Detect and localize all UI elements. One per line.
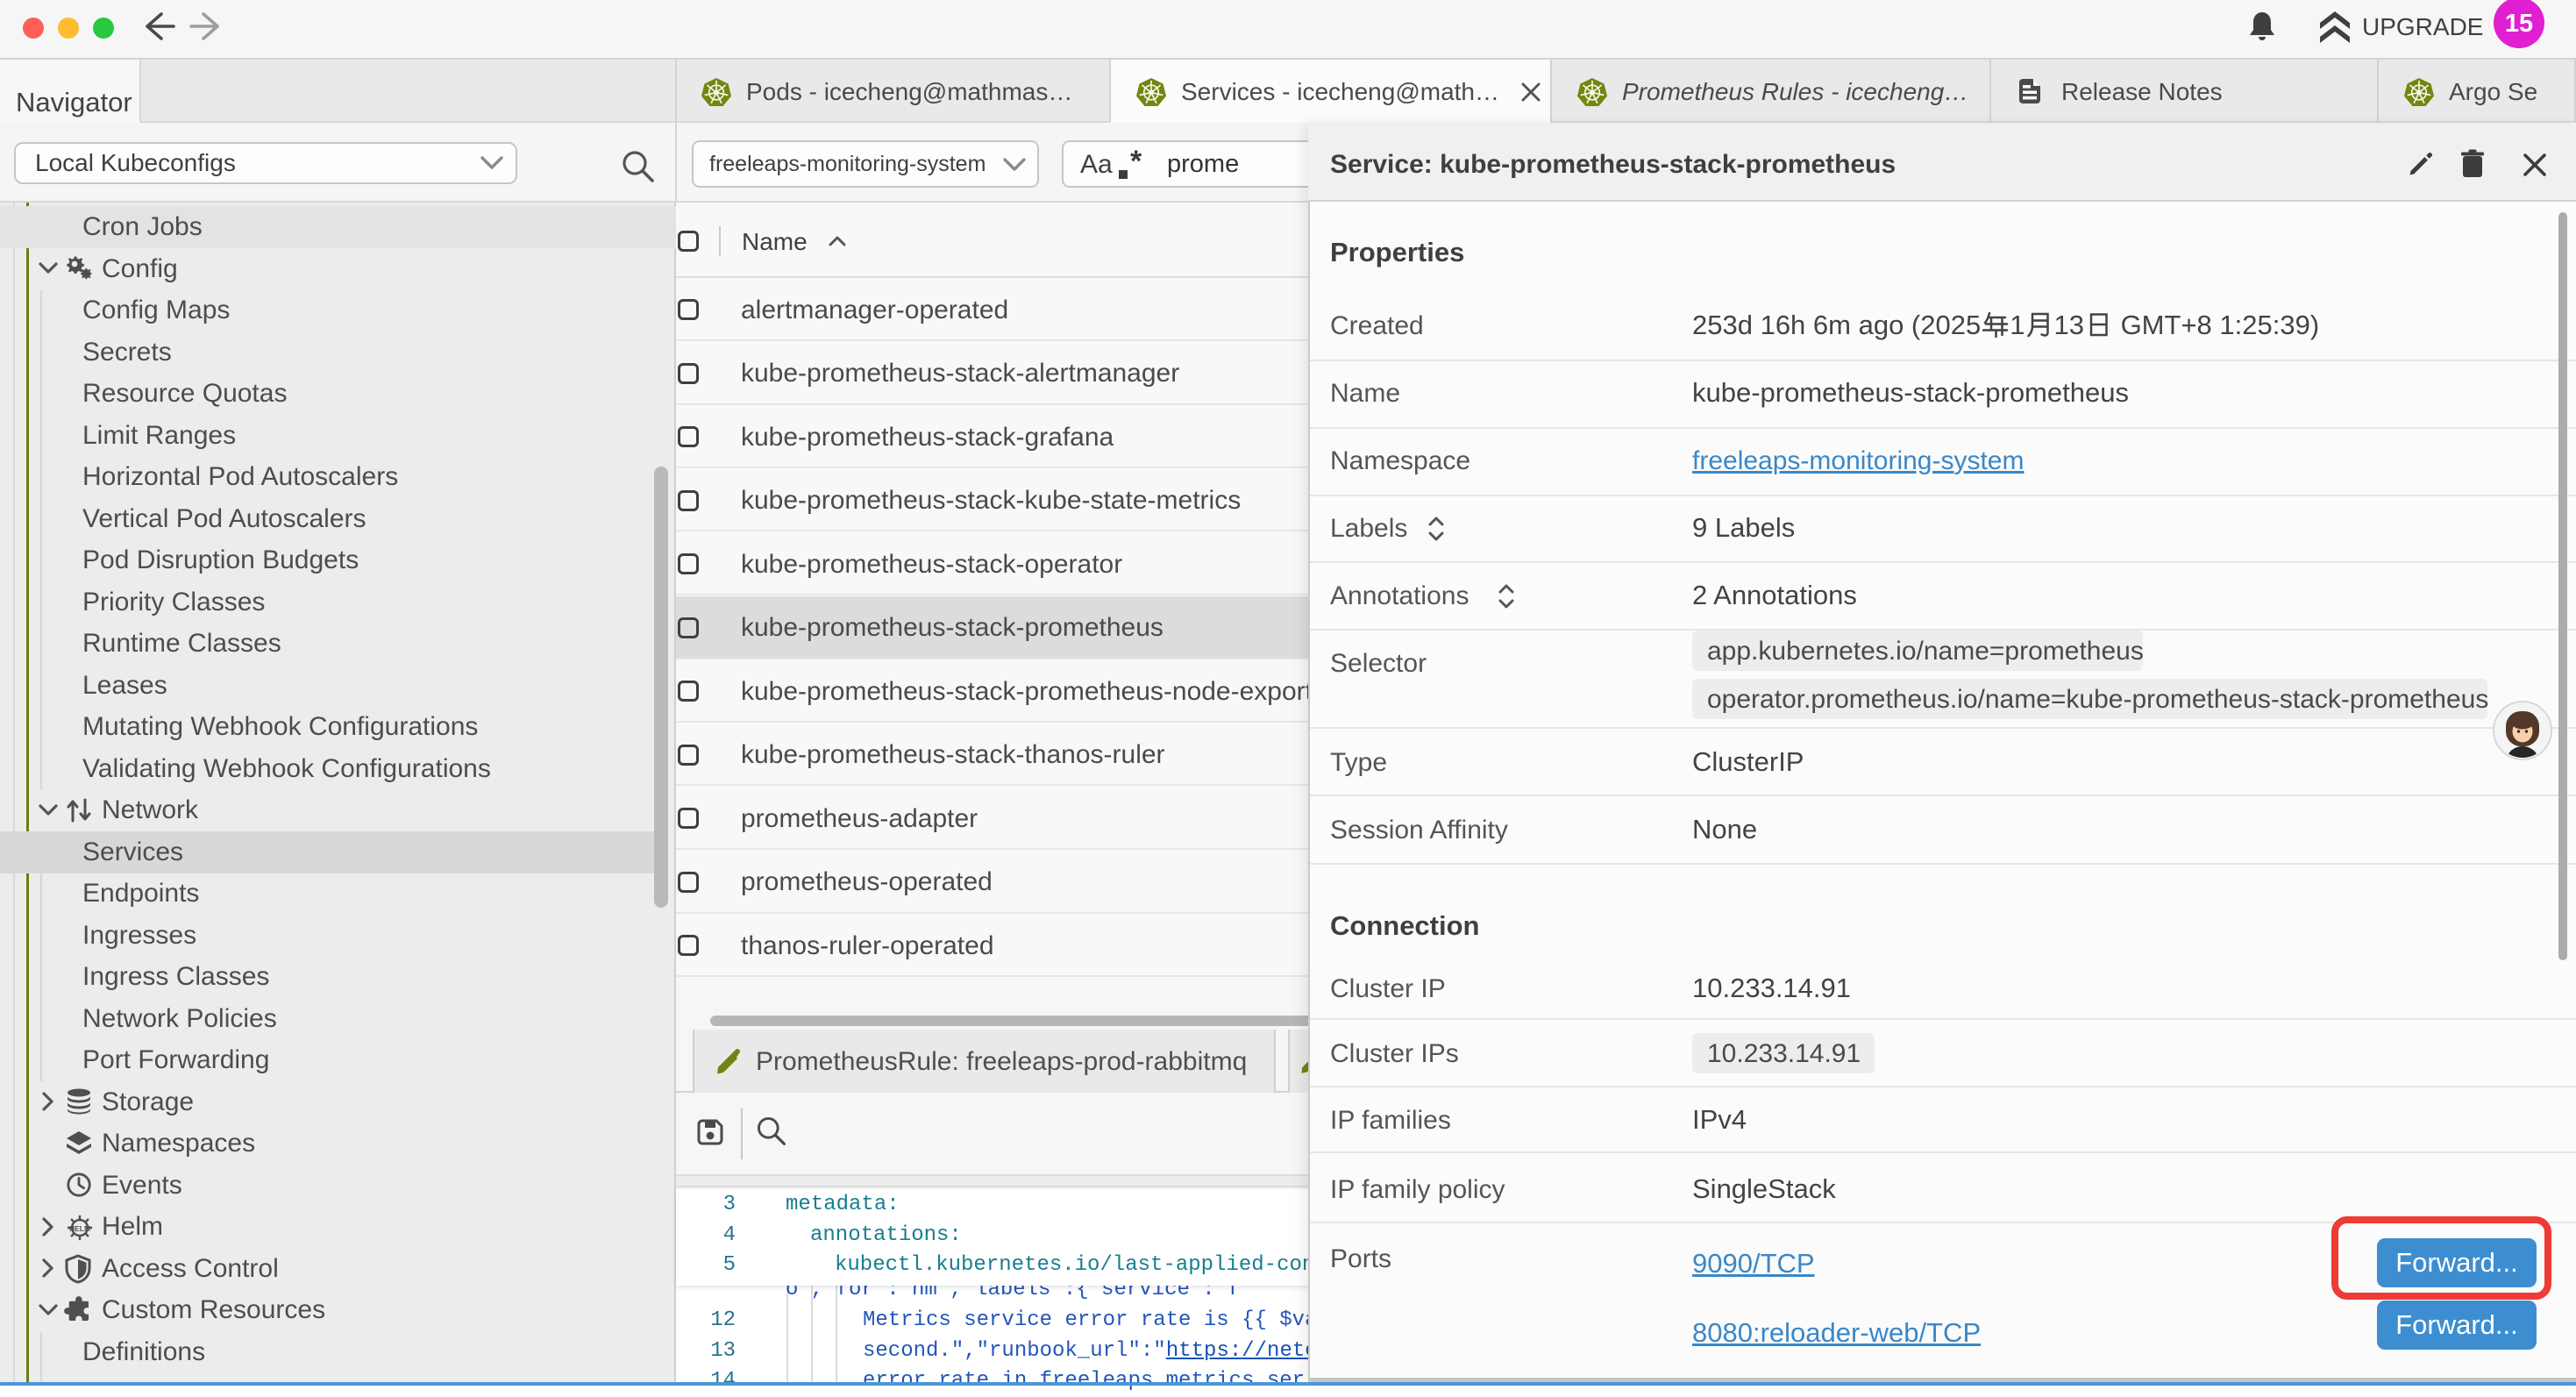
svg-text:HELM: HELM [69,1224,90,1233]
